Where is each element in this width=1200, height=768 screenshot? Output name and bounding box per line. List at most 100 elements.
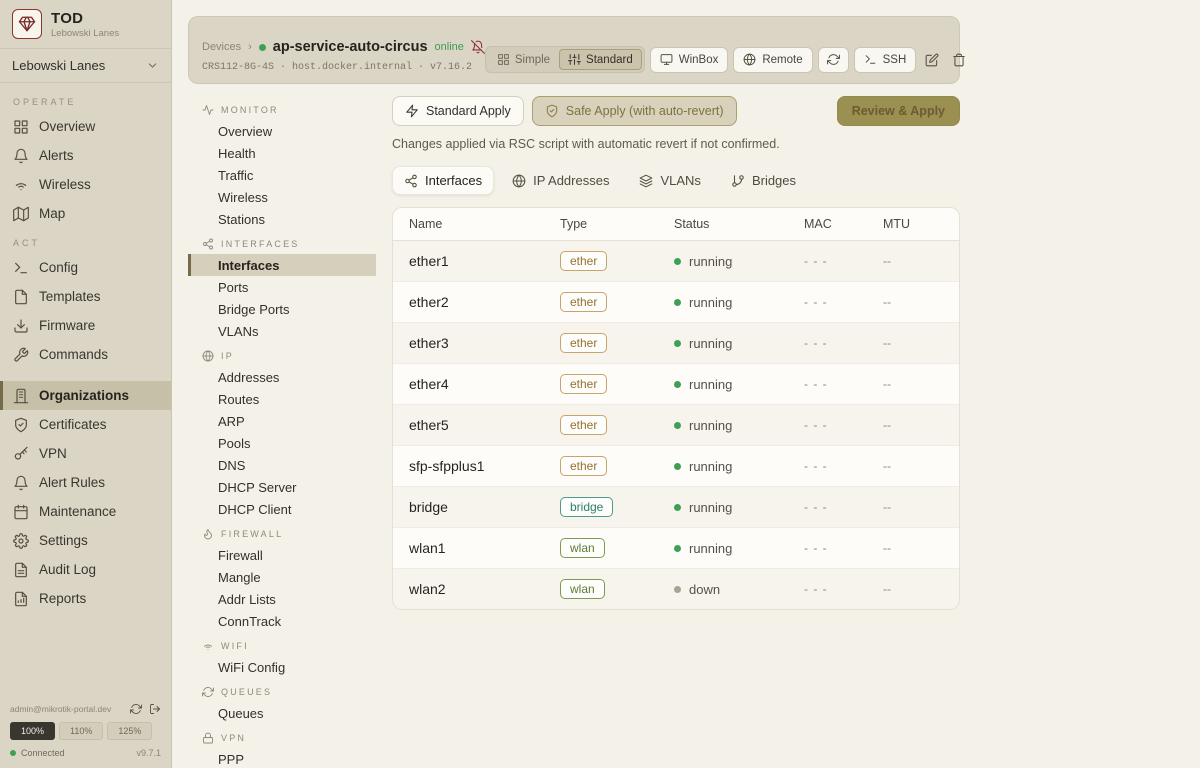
interface-row-sfp-sfpplus1[interactable]: sfp-sfpplus1etherrunning- - --- [393,446,959,487]
sidebar-item-vpn[interactable]: VPN [0,439,171,468]
device-nav-item-ports[interactable]: Ports [188,276,376,298]
sidebar-item-alerts[interactable]: Alerts [0,141,171,170]
sidebar-item-maintenance[interactable]: Maintenance [0,497,171,526]
device-nav-item-traffic[interactable]: Traffic [188,164,376,186]
app-header: TOD Lebowski Lanes [0,0,171,49]
interface-row-ether4[interactable]: ether4etherrunning- - --- [393,364,959,405]
interface-status: running [674,541,732,556]
key-icon [13,446,29,462]
sidebar-item-overview[interactable]: Overview [0,112,171,141]
sidebar-item-firmware[interactable]: Firmware [0,311,171,340]
remote-button[interactable]: Remote [733,47,812,73]
grid-icon [497,53,510,66]
view-mode-simple[interactable]: Simple [488,49,559,70]
device-nav-item-ppp[interactable]: PPP [188,748,376,768]
interface-row-ether3[interactable]: ether3etherrunning- - --- [393,323,959,364]
device-nav-item-conntrack[interactable]: ConnTrack [188,610,376,632]
interface-row-ether5[interactable]: ether5etherrunning- - --- [393,405,959,446]
interface-row-ether1[interactable]: ether1etherrunning- - --- [393,241,959,282]
device-nav-item-wireless[interactable]: Wireless [188,186,376,208]
sidebar-item-config[interactable]: Config [0,253,171,282]
edit-device-button[interactable] [921,49,943,71]
sidebar-item-templates[interactable]: Templates [0,282,171,311]
device-nav-item-queues[interactable]: Queues [188,702,376,724]
column-header-mac[interactable]: MAC [804,208,883,241]
column-header-status[interactable]: Status [674,208,804,241]
zoom-level-110[interactable]: 110% [59,722,103,740]
interface-mtu: -- [883,364,959,405]
wrench-icon [13,347,29,363]
device-nav-item-addr-lists[interactable]: Addr Lists [188,588,376,610]
column-header-name[interactable]: Name [393,208,560,241]
logout-button[interactable] [149,703,161,715]
app-logo[interactable] [12,9,42,39]
org-selector[interactable]: Lebowski Lanes [0,49,171,83]
sidebar-item-alert-rules[interactable]: Alert Rules [0,468,171,497]
winbox-button[interactable]: WinBox [650,47,729,73]
review-apply-button[interactable]: Review & Apply [837,96,960,126]
device-nav-item-addresses[interactable]: Addresses [188,366,376,388]
zoom-level-100[interactable]: 100% [10,722,55,740]
device-nav-item-dhcp-server[interactable]: DHCP Server [188,476,376,498]
sidebar-item-commands[interactable]: Commands [0,340,171,369]
sidebar-item-label: Settings [39,533,88,548]
breadcrumb-devices-link[interactable]: Devices [202,41,241,53]
sidebar-item-map[interactable]: Map [0,199,171,228]
safe-apply-button[interactable]: Safe Apply (with auto-revert) [532,96,737,126]
standard-apply-button[interactable]: Standard Apply [392,96,524,126]
device-nav-section-queues: QUEUES [188,678,376,702]
device-nav-item-firewall[interactable]: Firewall [188,544,376,566]
ssh-button[interactable]: SSH [854,47,917,73]
column-header-type[interactable]: Type [560,208,674,241]
tab-vlans[interactable]: VLANs [627,166,712,195]
interface-mac: - - - [804,487,883,528]
device-nav-item-pools[interactable]: Pools [188,432,376,454]
sidebar-item-settings[interactable]: Settings [0,526,171,555]
gear-icon [13,533,29,549]
interface-type-badge: wlan [560,579,605,599]
device-nav-item-mangle[interactable]: Mangle [188,566,376,588]
device-nav-item-arp[interactable]: ARP [188,410,376,432]
device-nav-item-vlans[interactable]: VLANs [188,320,376,342]
interface-status: running [674,459,732,474]
interface-row-ether2[interactable]: ether2etherrunning- - --- [393,282,959,323]
interface-row-wlan1[interactable]: wlan1wlanrunning- - --- [393,528,959,569]
delete-device-button[interactable] [948,49,970,71]
view-mode-standard[interactable]: Standard [559,49,642,70]
device-header: Devices › ap-service-auto-circus online … [188,16,960,84]
interface-row-wlan2[interactable]: wlan2wlandown- - --- [393,569,959,610]
column-header-mtu[interactable]: MTU [883,208,959,241]
sidebar-item-label: Organizations [39,388,129,403]
device-nav-item-stations[interactable]: Stations [188,208,376,230]
wifi-icon [13,177,29,193]
device-nav-item-health[interactable]: Health [188,142,376,164]
status-dot [674,422,681,429]
device-nav-item-routes[interactable]: Routes [188,388,376,410]
zoom-level-125[interactable]: 125% [107,722,152,740]
file-icon [13,289,29,305]
globe-icon [512,174,526,188]
sidebar-item-audit-log[interactable]: Audit Log [0,555,171,584]
bell-off-icon[interactable] [471,40,485,54]
device-nav-item-dhcp-client[interactable]: DHCP Client [188,498,376,520]
device-nav-item-interfaces[interactable]: Interfaces [188,254,376,276]
session-refresh-button[interactable] [130,703,142,715]
sidebar-item-wireless[interactable]: Wireless [0,170,171,199]
app-org-subtitle: Lebowski Lanes [51,28,119,39]
sidebar-item-reports[interactable]: Reports [0,584,171,613]
tab-bridges[interactable]: Bridges [719,166,808,195]
device-nav-item-bridge-ports[interactable]: Bridge Ports [188,298,376,320]
tab-interfaces[interactable]: Interfaces [392,166,494,195]
device-nav-item-wifi-config[interactable]: WiFi Config [188,656,376,678]
interface-row-bridge[interactable]: bridgebridgerunning- - --- [393,487,959,528]
refresh-button[interactable] [818,47,849,73]
tab-ip-addresses[interactable]: IP Addresses [500,166,621,195]
device-nav-item-dns[interactable]: DNS [188,454,376,476]
interface-mac: - - - [804,323,883,364]
interface-name: bridge [393,487,560,528]
sidebar-item-organizations[interactable]: Organizations [0,381,171,410]
device-nav-item-overview[interactable]: Overview [188,120,376,142]
sidebar-item-certificates[interactable]: Certificates [0,410,171,439]
status-dot [674,463,681,470]
sidebar-nav: OPERATEOverviewAlertsWirelessMapACTConfi… [0,83,171,695]
